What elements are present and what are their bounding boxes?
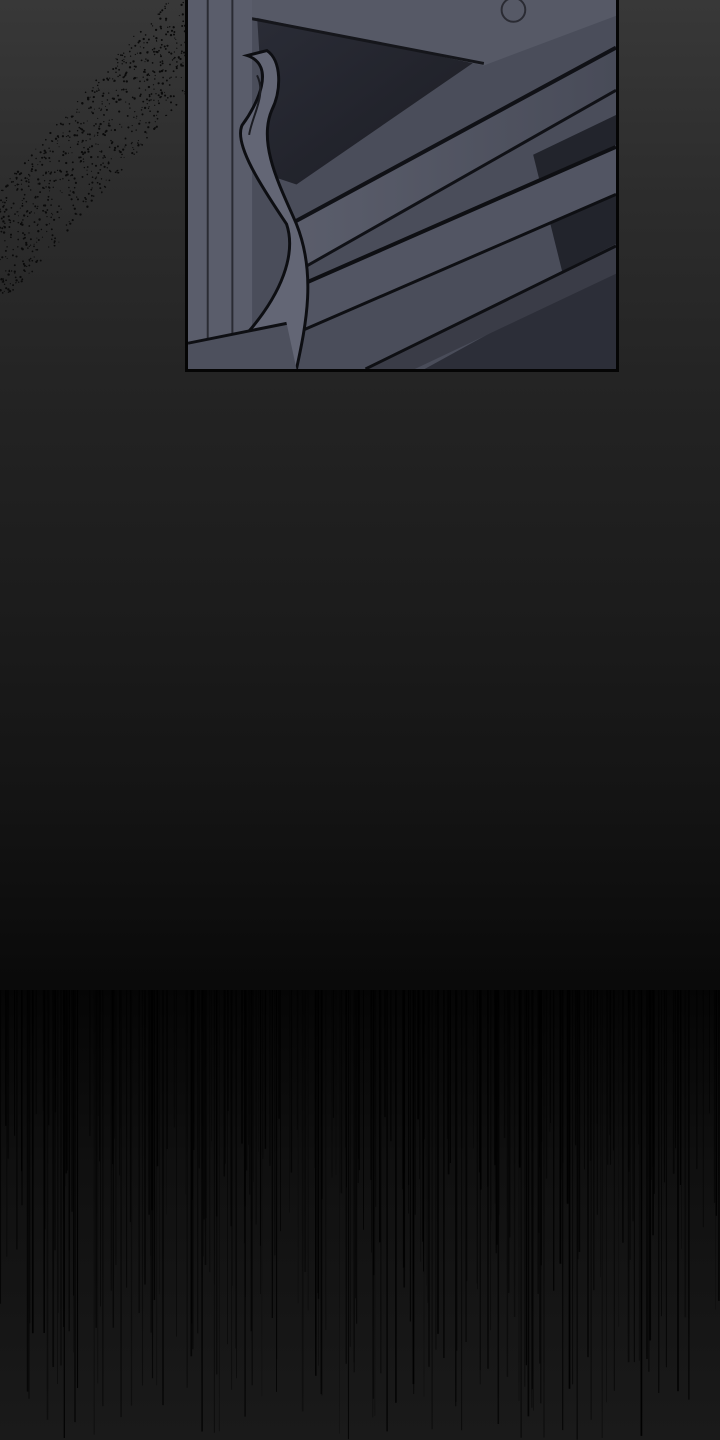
screentone-texture <box>0 0 200 294</box>
speed-lines-effect <box>0 990 720 1440</box>
window-frame-panel <box>185 0 619 372</box>
comic-page <box>0 0 720 1440</box>
window-frame-illustration <box>188 0 616 369</box>
